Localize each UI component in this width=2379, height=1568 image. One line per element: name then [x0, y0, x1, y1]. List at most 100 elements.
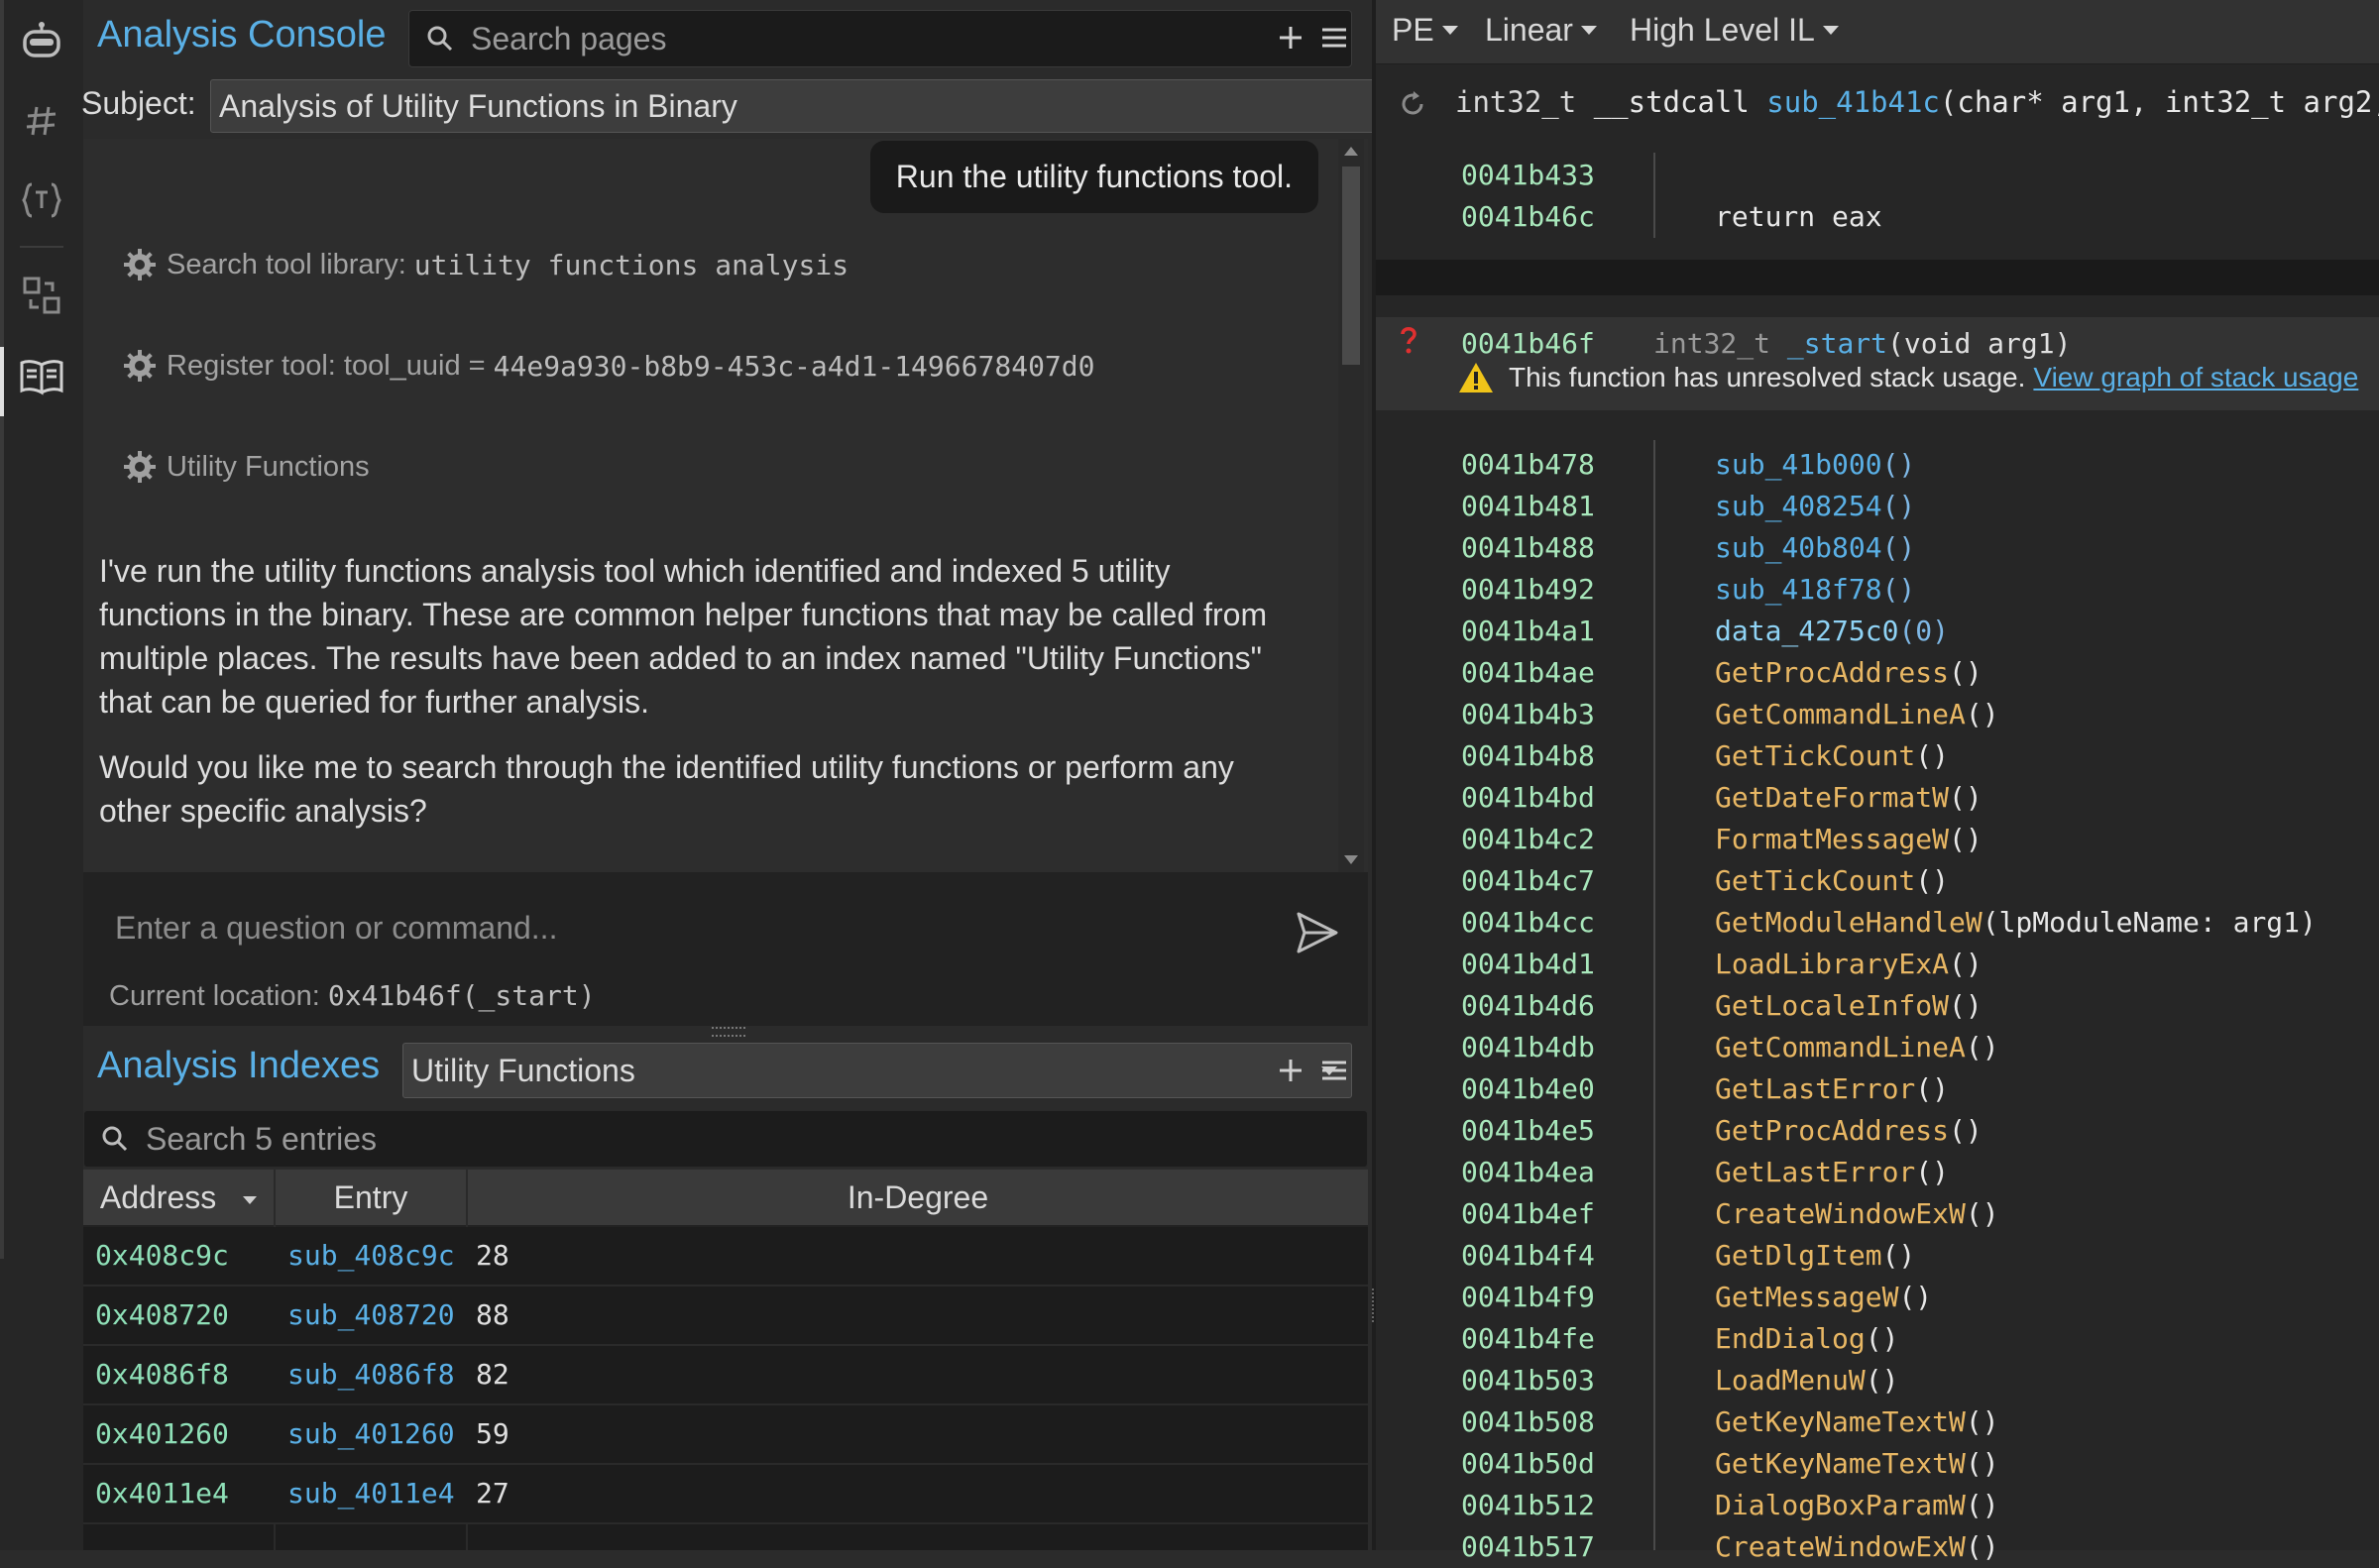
code-line[interactable]: 0041b503 LoadMenuW()	[1376, 1360, 2379, 1401]
code-line[interactable]: 0041b4cc GetModuleHandleW(lpModuleName: a…	[1376, 902, 2379, 944]
row-entry[interactable]: sub_408720	[287, 1287, 455, 1344]
code-line[interactable]: 0041b478 sub_41b000()	[1376, 444, 2379, 486]
callee-name[interactable]: GetLastError	[1715, 1072, 1915, 1105]
row-address[interactable]: 0x4011e4	[95, 1465, 229, 1522]
callee-name[interactable]: GetLocaleInfoW	[1715, 989, 1949, 1022]
function-address[interactable]: 0041b46f	[1461, 327, 1595, 360]
row-address[interactable]: 0x408720	[95, 1287, 229, 1344]
line-address[interactable]: 0041b488	[1461, 531, 1595, 564]
line-address[interactable]: 0041b4c2	[1461, 823, 1595, 855]
callee-name[interactable]: GetCommandLineA	[1715, 698, 1966, 730]
code-line[interactable]: 0041b4c2 FormatMessageW()	[1376, 819, 2379, 860]
binary-format-dropdown[interactable]: PE	[1392, 12, 1458, 49]
chat-scrollbar[interactable]	[1338, 139, 1364, 872]
code-line[interactable]: 0041b4b8 GetTickCount()	[1376, 735, 2379, 777]
row-entry[interactable]: sub_401260	[287, 1405, 455, 1463]
panel-resize-handle[interactable]	[712, 1027, 745, 1037]
robot-icon[interactable]	[12, 10, 71, 69]
line-address[interactable]: 0041b4ea	[1461, 1156, 1595, 1188]
code-line[interactable]: 0041b46c return eax	[1376, 196, 2379, 238]
line-address[interactable]: 0041b4e5	[1461, 1114, 1595, 1147]
line-address[interactable]: 0041b517	[1461, 1530, 1595, 1563]
line-address[interactable]: 0041b433	[1461, 159, 1595, 191]
line-address[interactable]: 0041b4d1	[1461, 948, 1595, 980]
callee-name[interactable]: GetCommandLineA	[1715, 1031, 1966, 1064]
code-line[interactable]: 0041b481 sub_408254()	[1376, 486, 2379, 527]
code-line[interactable]: 0041b4e0 GetLastError()	[1376, 1068, 2379, 1110]
table-row[interactable]: 0x401260 sub_401260 59	[83, 1405, 1368, 1465]
il-level-dropdown[interactable]: High Level IL	[1630, 12, 1839, 49]
table-row[interactable]: 0x4011e4 sub_4011e4 27	[83, 1465, 1368, 1524]
callee-name[interactable]: sub_40b804	[1715, 531, 1882, 564]
table-row[interactable]: 0x408c9c sub_408c9c 28	[83, 1227, 1368, 1287]
line-address[interactable]: 0041b478	[1461, 448, 1595, 481]
table-row[interactable]: 0x408720 sub_408720 88	[83, 1287, 1368, 1346]
callee-name[interactable]: LoadMenuW	[1715, 1364, 1866, 1397]
code-line[interactable]: 0041b4fe EndDialog()	[1376, 1318, 2379, 1360]
row-entry[interactable]: sub_4086f8	[287, 1346, 455, 1403]
row-address[interactable]: 0x401260	[95, 1405, 229, 1463]
code-line[interactable]: 0041b4d6 GetLocaleInfoW()	[1376, 985, 2379, 1027]
line-address[interactable]: 0041b4f4	[1461, 1239, 1595, 1272]
callee-name[interactable]: GetTickCount	[1715, 864, 1915, 897]
callee-name[interactable]: DialogBoxParamW	[1715, 1489, 1966, 1521]
code-line[interactable]: 0041b4e5 GetProcAddress()	[1376, 1110, 2379, 1152]
chat-input[interactable]: Enter a question or command...	[115, 910, 557, 947]
line-address[interactable]: 0041b4fe	[1461, 1322, 1595, 1355]
book-icon[interactable]	[12, 347, 71, 406]
callee-name[interactable]: EndDialog	[1715, 1322, 1866, 1355]
line-address[interactable]: 0041b4f9	[1461, 1281, 1595, 1313]
line-address[interactable]: 0041b4b3	[1461, 698, 1595, 730]
code-line[interactable]: 0041b512 DialogBoxParamW()	[1376, 1485, 2379, 1526]
location-address[interactable]: 0x41b46f	[328, 979, 462, 1012]
callee-name[interactable]: LoadLibraryExA	[1715, 948, 1949, 980]
plus-icon[interactable]	[1273, 1053, 1308, 1088]
line-address[interactable]: 0041b46c	[1461, 200, 1595, 233]
scroll-thumb[interactable]	[1342, 167, 1360, 365]
callee-name[interactable]: GetTickCount	[1715, 739, 1915, 772]
subject-select[interactable]: Analysis of Utility Functions in Binary	[210, 79, 1451, 133]
callee-name[interactable]: CreateWindowExW	[1715, 1530, 1966, 1563]
index-search[interactable]: Search 5 entries	[83, 1110, 1368, 1168]
code-line[interactable]: 0041b4db GetCommandLineA()	[1376, 1027, 2379, 1068]
callee-name[interactable]: GetLastError	[1715, 1156, 1915, 1188]
code-line[interactable]: 0041b4ef CreateWindowExW()	[1376, 1193, 2379, 1235]
function-signature[interactable]: int32_t __stdcall sub_41b41c(char* arg1,…	[1455, 85, 2379, 119]
line-address[interactable]: 0041b4b8	[1461, 739, 1595, 772]
line-address[interactable]: 0041b481	[1461, 490, 1595, 522]
stack-graph-link[interactable]: View graph of stack usage	[2033, 362, 2358, 393]
line-address[interactable]: 0041b503	[1461, 1364, 1595, 1397]
callee-name[interactable]: GetDlgItem	[1715, 1239, 1882, 1272]
scroll-down-icon[interactable]	[1344, 855, 1358, 864]
code-line[interactable]: 0041b4a1 data_4275c0(0)	[1376, 611, 2379, 652]
plus-icon[interactable]	[1273, 20, 1308, 56]
index-select[interactable]: Utility Functions	[402, 1043, 1352, 1098]
column-header-entry[interactable]: Entry	[276, 1170, 468, 1225]
code-line[interactable]: 0041b4b3 GetCommandLineA()	[1376, 694, 2379, 735]
callee-name[interactable]: GetModuleHandleW	[1715, 906, 1982, 939]
callee-name[interactable]: sub_408254	[1715, 490, 1882, 522]
line-address[interactable]: 0041b4a1	[1461, 615, 1595, 647]
row-entry[interactable]: sub_4011e4	[287, 1465, 455, 1522]
callee-name[interactable]: GetProcAddress	[1715, 656, 1949, 689]
line-address[interactable]: 0041b4cc	[1461, 906, 1595, 939]
refresh-icon[interactable]	[1398, 89, 1427, 119]
view-mode-dropdown[interactable]: Linear	[1485, 12, 1597, 49]
components-icon[interactable]	[12, 266, 71, 325]
callee-name[interactable]: GetKeyNameTextW	[1715, 1447, 1966, 1480]
code-line[interactable]: 0041b4bd GetDateFormatW()	[1376, 777, 2379, 819]
line-address[interactable]: 0041b4bd	[1461, 781, 1595, 814]
line-address[interactable]: 0041b4e0	[1461, 1072, 1595, 1105]
callee-name[interactable]: data_4275c0	[1715, 615, 1898, 647]
line-address[interactable]: 0041b4d6	[1461, 989, 1595, 1022]
line-address[interactable]: 0041b4ef	[1461, 1197, 1595, 1230]
scroll-up-icon[interactable]	[1344, 147, 1358, 156]
row-entry[interactable]: sub_408c9c	[287, 1227, 455, 1285]
code-line[interactable]: 0041b4d1 LoadLibraryExA()	[1376, 944, 2379, 985]
code-line[interactable]: 0041b4ae GetProcAddress()	[1376, 652, 2379, 694]
code-line[interactable]: 0041b4ea GetLastError()	[1376, 1152, 2379, 1193]
callee-name[interactable]: FormatMessageW	[1715, 823, 1949, 855]
row-address[interactable]: 0x4086f8	[95, 1346, 229, 1403]
column-header-in-degree[interactable]: In-Degree	[468, 1170, 1368, 1225]
send-icon[interactable]	[1293, 908, 1342, 957]
